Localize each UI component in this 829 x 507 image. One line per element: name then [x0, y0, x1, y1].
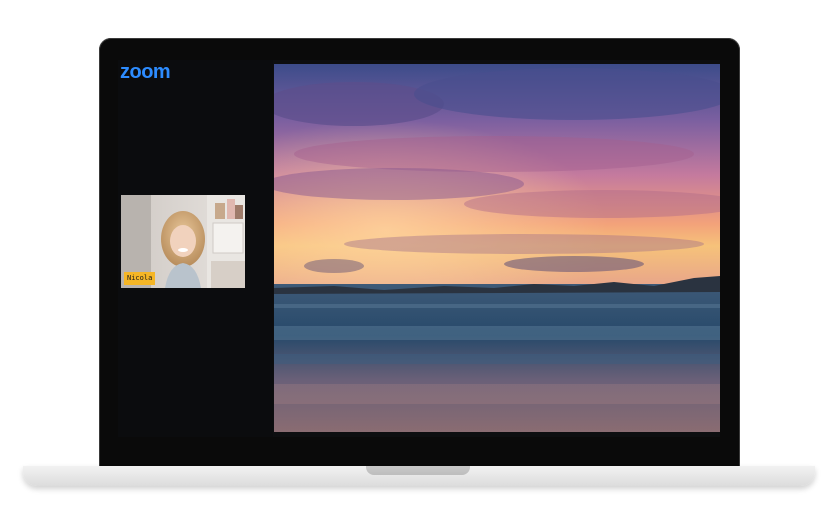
zoom-meeting-window: zoom Nicola: [118, 60, 720, 437]
participant-name-tag: Nicola: [124, 272, 156, 285]
participant-video-tile[interactable]: Nicola: [121, 195, 245, 288]
screen-share-image: [274, 64, 720, 432]
laptop-mockup: zoom Nicola: [0, 0, 829, 507]
laptop-base-notch: [366, 466, 470, 475]
participant-sidebar: zoom Nicola: [118, 60, 273, 437]
zoom-logo: zoom: [120, 61, 171, 83]
image-icon: [274, 64, 720, 432]
